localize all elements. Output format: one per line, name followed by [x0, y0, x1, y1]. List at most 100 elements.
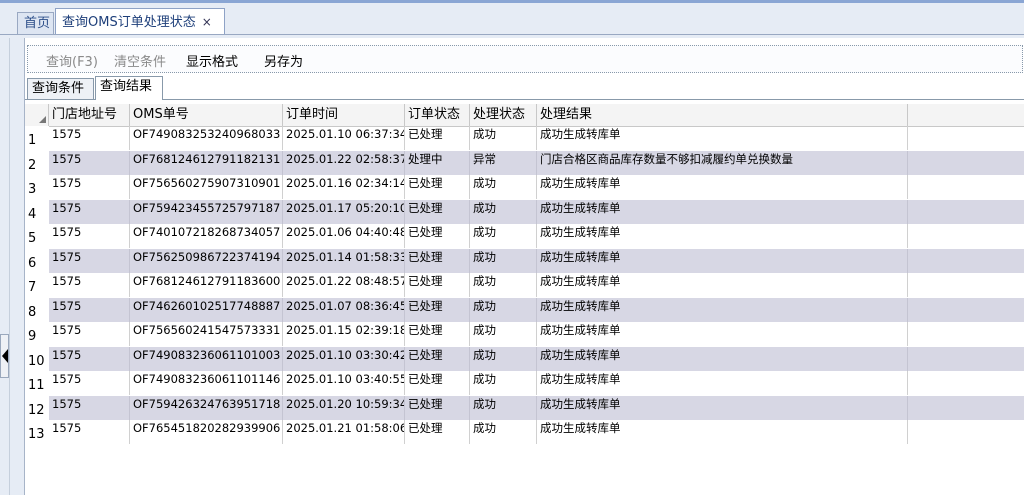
cell-order-time[interactable]: 2025.01.14 01:58:33	[283, 248, 405, 273]
cell-store[interactable]: 1575	[49, 126, 130, 150]
cell-store[interactable]: 1575	[49, 346, 130, 371]
cell-process-status[interactable]: 成功	[470, 371, 537, 395]
row-number[interactable]: 3	[25, 175, 49, 199]
column-header-process-result[interactable]: 处理结果	[537, 104, 908, 126]
query-button[interactable]: 查询(F3)	[46, 51, 98, 70]
table-row[interactable]: 1 1575 OF749083253240968033 2025.01.10 06:3…	[25, 126, 1024, 150]
close-icon[interactable]: ×	[202, 9, 212, 36]
tab-home[interactable]: 首页	[17, 12, 54, 34]
table-row[interactable]: 9 1575 OF756560241547573331 2025.01.15 02:3…	[25, 322, 1024, 346]
cell-process-result[interactable]: 门店合格区商品库存数量不够扣减履约单兑换数量	[537, 150, 908, 175]
cell-order-time[interactable]: 2025.01.15 02:39:18	[283, 322, 405, 346]
cell-oms-number[interactable]: OF740107218268734057	[130, 224, 283, 248]
cell-process-status[interactable]: 成功	[470, 199, 537, 224]
table-row[interactable]: 7 1575 OF768124612791183600 2025.01.22 08:4…	[25, 273, 1024, 297]
cell-order-time[interactable]: 2025.01.22 08:48:57	[283, 273, 405, 297]
cell-order-status[interactable]: 处理中	[405, 150, 470, 175]
cell-process-status[interactable]: 成功	[470, 126, 537, 150]
cell-oms-number[interactable]: OF768124612791183600	[130, 273, 283, 297]
cell-order-status[interactable]: 已处理	[405, 420, 470, 444]
cell-store[interactable]: 1575	[49, 395, 130, 420]
cell-process-result[interactable]: 成功生成转库单	[537, 248, 908, 273]
cell-order-status[interactable]: 已处理	[405, 395, 470, 420]
cell-process-result[interactable]: 成功生成转库单	[537, 273, 908, 297]
cell-oms-number[interactable]: OF756250986722374194	[130, 248, 283, 273]
cell-order-status[interactable]: 已处理	[405, 224, 470, 248]
cell-oms-number[interactable]: OF749083253240968033	[130, 126, 283, 150]
tab-oms-order-status[interactable]: 查询OMS订单处理状态 ×	[55, 8, 225, 35]
display-format-button[interactable]: 显示格式	[186, 51, 238, 70]
table-row[interactable]: 5 1575 OF740107218268734057 2025.01.06 04:4…	[25, 224, 1024, 248]
tab-query-conditions[interactable]: 查询条件	[27, 78, 94, 99]
row-number[interactable]: 2	[25, 150, 49, 175]
cell-order-status[interactable]: 已处理	[405, 346, 470, 371]
cell-process-status[interactable]: 成功	[470, 420, 537, 444]
cell-store[interactable]: 1575	[49, 273, 130, 297]
cell-order-status[interactable]: 已处理	[405, 126, 470, 150]
column-header-process-status[interactable]: 处理状态	[470, 104, 537, 126]
cell-oms-number[interactable]: OF746260102517748887	[130, 297, 283, 322]
cell-oms-number[interactable]: OF756560275907310901	[130, 175, 283, 199]
table-row[interactable]: 8 1575 OF746260102517748887 2025.01.07 08:3…	[25, 297, 1024, 322]
row-number[interactable]: 12	[25, 395, 49, 420]
cell-order-time[interactable]: 2025.01.16 02:34:14	[283, 175, 405, 199]
cell-process-status[interactable]: 成功	[470, 175, 537, 199]
cell-order-time[interactable]: 2025.01.22 02:58:37	[283, 150, 405, 175]
table-row[interactable]: 3 1575 OF756560275907310901 2025.01.16 02:3…	[25, 175, 1024, 199]
column-header-order-status[interactable]: 订单状态	[405, 104, 470, 126]
cell-order-status[interactable]: 已处理	[405, 248, 470, 273]
cell-oms-number[interactable]: OF749083236061101003	[130, 346, 283, 371]
row-number[interactable]: 13	[25, 420, 49, 444]
row-number[interactable]: 1	[25, 126, 49, 150]
cell-oms-number[interactable]: OF749083236061101146	[130, 371, 283, 395]
cell-oms-number[interactable]: OF765451820282939906	[130, 420, 283, 444]
row-number[interactable]: 4	[25, 199, 49, 224]
cell-store[interactable]: 1575	[49, 297, 130, 322]
column-header-store[interactable]: 门店地址号	[49, 104, 130, 126]
cell-store[interactable]: 1575	[49, 224, 130, 248]
row-number[interactable]: 5	[25, 224, 49, 248]
cell-order-status[interactable]: 已处理	[405, 199, 470, 224]
cell-store[interactable]: 1575	[49, 420, 130, 444]
table-row[interactable]: 11 1575 OF749083236061101146 2025.01.10 03:…	[25, 371, 1024, 395]
cell-process-result[interactable]: 成功生成转库单	[537, 297, 908, 322]
tab-query-results[interactable]: 查询结果	[95, 76, 163, 100]
cell-process-status[interactable]: 成功	[470, 224, 537, 248]
save-as-button[interactable]: 另存为	[264, 51, 303, 70]
cell-oms-number[interactable]: OF759426324763951718	[130, 395, 283, 420]
cell-order-time[interactable]: 2025.01.06 04:40:48	[283, 224, 405, 248]
cell-process-result[interactable]: 成功生成转库单	[537, 346, 908, 371]
cell-order-time[interactable]: 2025.01.10 03:40:55	[283, 371, 405, 395]
cell-process-status[interactable]: 成功	[470, 273, 537, 297]
cell-order-time[interactable]: 2025.01.10 03:30:42	[283, 346, 405, 371]
row-number[interactable]: 6	[25, 248, 49, 273]
cell-order-status[interactable]: 已处理	[405, 273, 470, 297]
cell-order-time[interactable]: 2025.01.17 05:20:10	[283, 199, 405, 224]
cell-order-status[interactable]: 已处理	[405, 297, 470, 322]
cell-process-result[interactable]: 成功生成转库单	[537, 199, 908, 224]
cell-process-result[interactable]: 成功生成转库单	[537, 371, 908, 395]
table-row[interactable]: 10 1575 OF749083236061101003 2025.01.10 03:…	[25, 346, 1024, 371]
cell-store[interactable]: 1575	[49, 175, 130, 199]
cell-process-result[interactable]: 成功生成转库单	[537, 395, 908, 420]
cell-store[interactable]: 1575	[49, 371, 130, 395]
cell-order-status[interactable]: 已处理	[405, 175, 470, 199]
cell-process-result[interactable]: 成功生成转库单	[537, 126, 908, 150]
cell-order-time[interactable]: 2025.01.07 08:36:45	[283, 297, 405, 322]
table-row[interactable]: 2 1575 OF768124612791182131 2025.01.22 02:5…	[25, 150, 1024, 175]
cell-process-status[interactable]: 成功	[470, 395, 537, 420]
table-row[interactable]: 6 1575 OF756250986722374194 2025.01.14 01:5…	[25, 248, 1024, 273]
cell-oms-number[interactable]: OF768124612791182131	[130, 150, 283, 175]
cell-process-status[interactable]: 成功	[470, 322, 537, 346]
cell-order-status[interactable]: 已处理	[405, 371, 470, 395]
cell-store[interactable]: 1575	[49, 199, 130, 224]
cell-process-result[interactable]: 成功生成转库单	[537, 224, 908, 248]
cell-store[interactable]: 1575	[49, 322, 130, 346]
cell-oms-number[interactable]: OF756560241547573331	[130, 322, 283, 346]
cell-process-status[interactable]: 异常	[470, 150, 537, 175]
column-header-order-time[interactable]: 订单时间	[283, 104, 405, 126]
cell-process-result[interactable]: 成功生成转库单	[537, 175, 908, 199]
cell-process-result[interactable]: 成功生成转库单	[537, 322, 908, 346]
row-number[interactable]: 11	[25, 371, 49, 395]
row-number[interactable]: 7	[25, 273, 49, 297]
